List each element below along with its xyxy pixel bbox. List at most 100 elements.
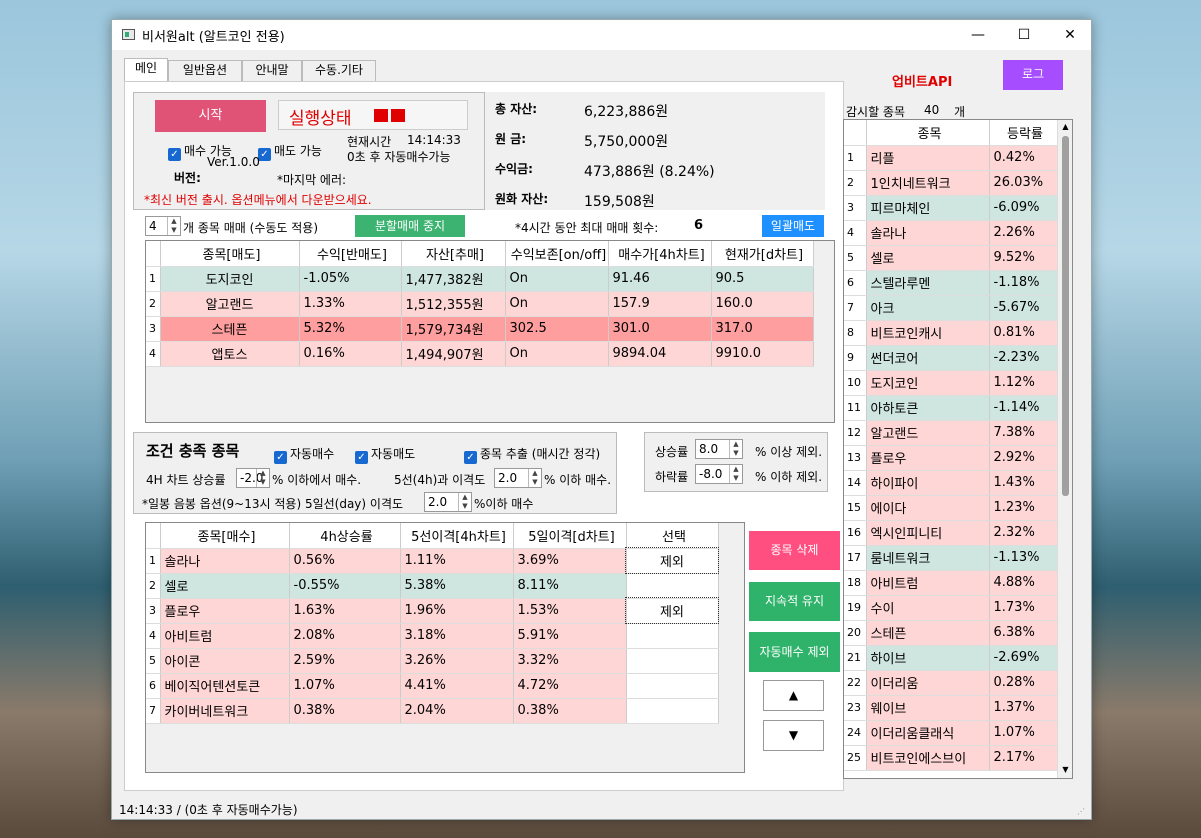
trade-count-stepper[interactable]: 4 ▲ ▼ xyxy=(145,216,181,236)
holdings-row[interactable]: 4 앱토스 0.16% 1,494,907원 On 9894.04 9910.0 xyxy=(146,341,814,367)
watch-coin-name[interactable]: 이더리움 xyxy=(866,670,990,696)
candidates-header-coin[interactable]: 종목[매수] xyxy=(160,523,290,549)
watchlist-row[interactable]: 4 솔라나 2.26% xyxy=(844,220,1058,246)
split-trade-stop-button[interactable]: 분할매매 중지 xyxy=(355,215,465,237)
watchlist-row[interactable]: 18 아비트럼 4.88% xyxy=(844,570,1058,596)
scroll-up-icon[interactable]: ▲ xyxy=(1058,122,1072,134)
holding-current-price[interactable]: 9910.0 xyxy=(711,341,814,367)
watchlist-row[interactable]: 6 스텔라루멘 -1.18% xyxy=(844,270,1058,296)
watchlist-row[interactable]: 20 스테픈 6.38% xyxy=(844,620,1058,646)
sell-all-button[interactable]: 일괄매도 xyxy=(762,215,824,237)
holding-coin-name[interactable]: 알고랜드 xyxy=(160,291,300,317)
watch-coin-name[interactable]: 도지코인 xyxy=(866,370,990,396)
watch-coin-name[interactable]: 하이브 xyxy=(866,645,990,671)
watch-coin-name[interactable]: 비트코인에스브이 xyxy=(866,745,990,771)
watch-coin-name[interactable]: 아비트럼 xyxy=(866,570,990,596)
fall-stepper[interactable]: -8.0 ▲ ▼ xyxy=(695,464,743,484)
holding-buy-price[interactable]: 9894.04 xyxy=(608,341,712,367)
holding-asset[interactable]: 1,494,907원 xyxy=(401,341,506,367)
candidate-row[interactable]: 5 아이콘 2.59% 3.26% 3.32% xyxy=(146,648,719,674)
candidate-row[interactable]: 2 셀로 -0.55% 5.38% 8.11% xyxy=(146,573,719,599)
candidate-coin-name[interactable]: 셀로 xyxy=(160,573,290,599)
stepper-arrows-icon[interactable]: ▲ ▼ xyxy=(729,440,742,458)
watchlist-row[interactable]: 17 룸네트워크 -1.13% xyxy=(844,545,1058,571)
maximize-button[interactable]: ☐ xyxy=(1001,20,1047,50)
candidate-coin-name[interactable]: 아비트럼 xyxy=(160,623,290,649)
tab-guide[interactable]: 안내말 xyxy=(242,60,302,81)
candidate-row[interactable]: 1 솔라나 0.56% 1.11% 3.69% 제외 xyxy=(146,547,719,574)
watchlist-row[interactable]: 24 이더리움클래식 1.07% xyxy=(844,720,1058,746)
auto-sell-checkbox[interactable]: ✓ 자동매도 xyxy=(355,445,415,464)
ma5-stepper[interactable]: 2.0 ▲ ▼ xyxy=(494,468,542,488)
watchlist-row[interactable]: 23 웨이브 1.37% xyxy=(844,695,1058,721)
auto-buy-checkbox[interactable]: ✓ 자동매수 xyxy=(274,445,334,464)
watch-coin-name[interactable]: 아크 xyxy=(866,295,990,321)
holdings-header-current-price[interactable]: 현재가[d차트] xyxy=(711,241,814,267)
watchlist-row[interactable]: 19 수이 1.73% xyxy=(844,595,1058,621)
candidate-row[interactable]: 7 카이버네트워크 0.38% 2.04% 0.38% xyxy=(146,698,719,724)
candidates-header-select[interactable]: 선택 xyxy=(626,523,719,549)
watchlist-row[interactable]: 8 비트코인캐시 0.81% xyxy=(844,320,1058,346)
stepper-arrows-icon[interactable]: ▲ ▼ xyxy=(729,465,742,483)
extract-checkbox[interactable]: ✓ 종목 추출 (매시간 정각) xyxy=(464,445,600,464)
holding-buy-price[interactable]: 301.0 xyxy=(608,316,712,342)
holdings-header-buy-price[interactable]: 매수가[4h차트] xyxy=(608,241,712,267)
tab-main[interactable]: 메인 xyxy=(124,58,168,82)
scrollbar-thumb[interactable] xyxy=(1062,136,1069,496)
keep-coin-button[interactable]: 지속적 유지 xyxy=(749,582,840,621)
watchlist-row[interactable]: 3 피르마체인 -6.09% xyxy=(844,195,1058,221)
holding-current-price[interactable]: 90.5 xyxy=(711,266,814,292)
watchlist-row[interactable]: 7 아크 -5.67% xyxy=(844,295,1058,321)
watch-coin-name[interactable]: 에이다 xyxy=(866,495,990,521)
watch-coin-name[interactable]: 룸네트워크 xyxy=(866,545,990,571)
holding-profit[interactable]: -1.05% xyxy=(299,266,402,292)
log-button[interactable]: 로그 xyxy=(1003,60,1063,90)
candidate-coin-name[interactable]: 카이버네트워크 xyxy=(160,698,290,724)
daily-stepper[interactable]: 2.0 ▲ ▼ xyxy=(424,492,472,512)
tab-manual-etc[interactable]: 수동.기타 xyxy=(302,60,376,81)
holding-current-price[interactable]: 160.0 xyxy=(711,291,814,317)
candidate-row[interactable]: 4 아비트럼 2.08% 3.18% 5.91% xyxy=(146,623,719,649)
candidate-row[interactable]: 6 베이직어텐션토큰 1.07% 4.41% 4.72% xyxy=(146,673,719,699)
candidates-header-ma5[interactable]: 5선이격[4h차트] xyxy=(400,523,514,549)
holdings-header-coin[interactable]: 종목[매도] xyxy=(160,241,300,267)
watch-coin-name[interactable]: 1인치네트워크 xyxy=(866,170,990,196)
candidate-select-cell[interactable] xyxy=(626,623,719,649)
holdings-header-profit[interactable]: 수익[반매도] xyxy=(299,241,402,267)
holding-coin-name[interactable]: 앱토스 xyxy=(160,341,300,367)
watchlist-row[interactable]: 22 이더리움 0.28% xyxy=(844,670,1058,696)
watchlist-row[interactable]: 9 썬더코어 -2.23% xyxy=(844,345,1058,371)
holding-asset[interactable]: 1,579,734원 xyxy=(401,316,506,342)
move-up-button[interactable]: ▲ xyxy=(763,680,824,711)
start-button[interactable]: 시작 xyxy=(155,100,266,132)
watch-coin-name[interactable]: 이더리움클래식 xyxy=(866,720,990,746)
watchlist-row[interactable]: 12 알고랜드 7.38% xyxy=(844,420,1058,446)
candidate-select-cell[interactable] xyxy=(626,673,719,699)
stepper-arrows-icon[interactable]: ▲ ▼ xyxy=(256,469,269,487)
watchlist-scrollbar[interactable]: ▲ ▼ xyxy=(1057,120,1072,778)
candidate-select-cell[interactable]: 제외 xyxy=(625,547,719,574)
holding-keep-toggle[interactable]: On xyxy=(505,266,609,292)
holdings-row[interactable]: 1 도지코인 -1.05% 1,477,382원 On 91.46 90.5 xyxy=(146,266,814,292)
holding-current-price[interactable]: 317.0 xyxy=(711,316,814,342)
candidate-coin-name[interactable]: 아이콘 xyxy=(160,648,290,674)
holding-profit[interactable]: 1.33% xyxy=(299,291,402,317)
watchlist-row[interactable]: 14 하이파이 1.43% xyxy=(844,470,1058,496)
holdings-row[interactable]: 2 알고랜드 1.33% 1,512,355원 On 157.9 160.0 xyxy=(146,291,814,317)
holding-asset[interactable]: 1,477,382원 xyxy=(401,266,506,292)
watchlist-row[interactable]: 15 에이다 1.23% xyxy=(844,495,1058,521)
move-down-button[interactable]: ▼ xyxy=(763,720,824,751)
rise-stepper[interactable]: 8.0 ▲ ▼ xyxy=(695,439,743,459)
holding-keep-toggle[interactable]: On xyxy=(505,341,609,367)
stepper-arrows-icon[interactable]: ▲ ▼ xyxy=(458,493,471,511)
exclude-auto-buy-button[interactable]: 자동매수 제외 xyxy=(749,632,840,672)
holding-keep-toggle[interactable]: 302.5 xyxy=(505,316,609,342)
watchlist-row[interactable]: 13 플로우 2.92% xyxy=(844,445,1058,471)
holding-profit[interactable]: 0.16% xyxy=(299,341,402,367)
holdings-header-keep[interactable]: 수익보존[on/off] xyxy=(505,241,609,267)
candidate-select-cell[interactable] xyxy=(626,573,719,599)
watchlist-row[interactable]: 5 셀로 9.52% xyxy=(844,245,1058,271)
candidates-header-h4[interactable]: 4h상승률 xyxy=(289,523,401,549)
watchlist-row[interactable]: 25 비트코인에스브이 2.17% xyxy=(844,745,1058,771)
watch-coin-name[interactable]: 썬더코어 xyxy=(866,345,990,371)
